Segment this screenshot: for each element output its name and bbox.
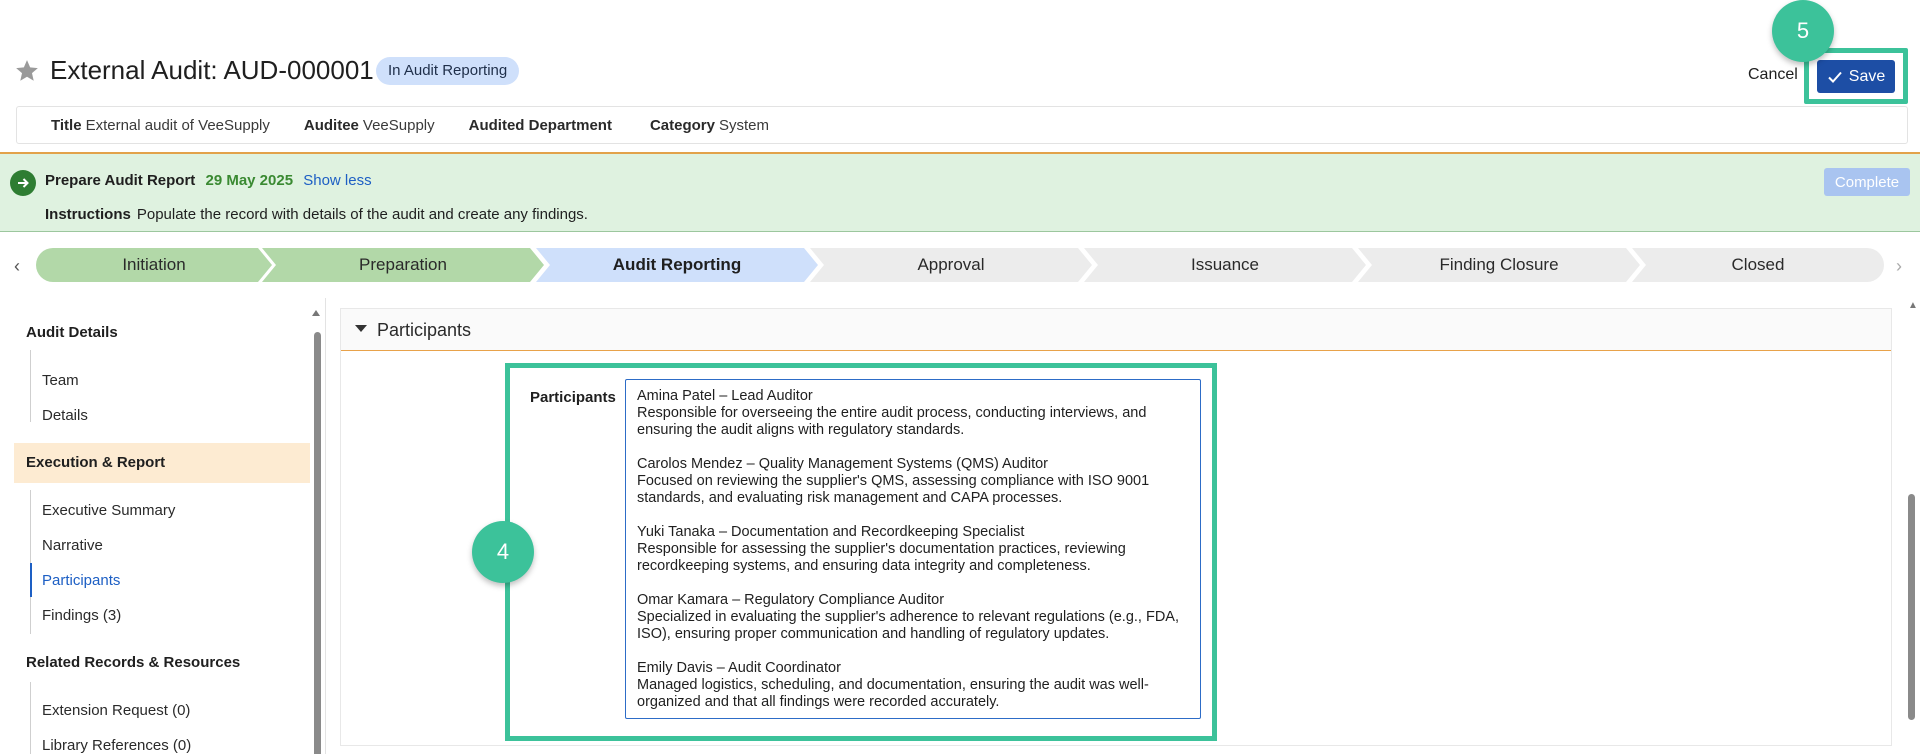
cancel-button[interactable]: Cancel	[1748, 66, 1798, 84]
nav-section-execution-report[interactable]: Execution & Report	[14, 443, 310, 483]
status-badge: In Audit Reporting	[376, 57, 520, 85]
sidebar-item-findings[interactable]: Findings (3)	[42, 607, 121, 624]
sidebar-item-executive-summary[interactable]: Executive Summary	[42, 502, 175, 519]
task-banner: Prepare Audit Report 29 May 2025 Show le…	[0, 152, 1920, 232]
participant-entry: Yuki Tanaka – Documentation and Recordke…	[637, 524, 1189, 575]
participants-textarea[interactable]: Amina Patel – Lead Auditor Responsible f…	[625, 379, 1201, 719]
stage-closed[interactable]: Closed	[1632, 248, 1884, 282]
sidebar-item-details[interactable]: Details	[42, 407, 88, 424]
meta-audited-department: Audited Department	[468, 116, 612, 134]
meta-title: Title External audit of VeeSupply	[51, 116, 270, 134]
audit-record-page: External Audit: AUD-000001 In Audit Repo…	[0, 0, 1920, 754]
stage-initiation[interactable]: Initiation	[36, 248, 272, 282]
caret-down-icon[interactable]	[355, 325, 367, 332]
sidebar-scroll-thumb[interactable]	[314, 332, 321, 754]
sidebar-item-library-references[interactable]: Library References (0)	[42, 737, 191, 754]
participant-name: Yuki Tanaka – Documentation and Recordke…	[637, 524, 1025, 540]
workflow-stage-bar: ‹ Initiation Preparation Audit Reporting…	[0, 246, 1920, 286]
participants-field-label: Participants	[530, 389, 616, 406]
participant-description: Focused on reviewing the supplier's QMS,…	[637, 473, 1150, 506]
section-header-participants[interactable]: Participants	[341, 309, 1891, 351]
nav-section-audit-details[interactable]: Audit Details	[26, 324, 118, 341]
arrow-right-circle-icon	[10, 170, 36, 196]
meta-auditee: Auditee VeeSupply	[303, 116, 435, 134]
participant-entry: Amina Patel – Lead Auditor Responsible f…	[637, 388, 1189, 439]
section-title: Participants	[377, 320, 472, 340]
stage-audit-reporting[interactable]: Audit Reporting	[536, 248, 818, 282]
selected-indicator	[30, 563, 32, 597]
meta-category: Category System	[649, 116, 770, 134]
stage-preparation[interactable]: Preparation	[262, 248, 544, 282]
task-name: Prepare Audit Report	[45, 172, 196, 189]
participant-description: Responsible for assessing the supplier's…	[637, 541, 1126, 574]
participant-name: Carolos Mendez – Quality Management Syst…	[637, 456, 1048, 472]
chevron-left-icon[interactable]: ‹	[14, 256, 20, 277]
participant-entry: Omar Kamara – Regulatory Compliance Audi…	[637, 592, 1189, 643]
participant-description: Responsible for overseeing the entire au…	[637, 405, 1147, 438]
participant-description: Managed logistics, scheduling, and docum…	[637, 677, 1149, 710]
task-instructions: Instructions Populate the record with det…	[45, 206, 588, 223]
sidebar-item-extension-request[interactable]: Extension Request (0)	[42, 702, 190, 719]
stage-approval[interactable]: Approval	[810, 248, 1092, 282]
instructions-text: Populate the record with details of the …	[136, 206, 588, 223]
complete-button[interactable]: Complete	[1824, 168, 1910, 196]
participant-description: Specialized in evaluating the supplier's…	[637, 609, 1180, 642]
sidebar-item-participants[interactable]: Participants	[42, 572, 120, 589]
favorite-star-icon[interactable]	[14, 58, 40, 84]
step-marker-4: 4	[472, 521, 534, 583]
participant-name: Emily Davis – Audit Coordinator	[637, 660, 841, 676]
instructions-label: Instructions	[45, 206, 131, 223]
record-header: External Audit: AUD-000001 In Audit Repo…	[0, 0, 1920, 150]
scroll-up-icon[interactable]	[312, 310, 320, 316]
participant-name: Amina Patel – Lead Auditor	[637, 388, 813, 404]
main-scroll-up-icon[interactable]: ▲	[1908, 300, 1918, 311]
nav-group-line	[30, 490, 31, 634]
sidebar-item-narrative[interactable]: Narrative	[42, 537, 103, 554]
chevron-right-icon[interactable]: ›	[1896, 256, 1902, 277]
page-title: External Audit: AUD-000001	[50, 55, 374, 85]
main-scroll-thumb[interactable]	[1908, 494, 1915, 720]
record-meta-bar: Title External audit of VeeSupply Auditee…	[16, 106, 1908, 144]
participant-entry: Carolos Mendez – Quality Management Syst…	[637, 456, 1189, 507]
show-less-link[interactable]: Show less	[303, 172, 371, 189]
nav-group-line	[30, 350, 31, 422]
stage-finding-closure[interactable]: Finding Closure	[1358, 248, 1640, 282]
participant-entry: Emily Davis – Audit Coordinator Managed …	[637, 660, 1189, 711]
participant-name: Omar Kamara – Regulatory Compliance Audi…	[637, 592, 945, 608]
participants-section: Participants Participants Amina Patel – …	[340, 308, 1892, 746]
task-summary: Prepare Audit Report 29 May 2025 Show le…	[45, 172, 372, 189]
task-due-date: 29 May 2025	[205, 172, 294, 189]
step-marker-5: 5	[1772, 0, 1834, 62]
sidebar-item-team[interactable]: Team	[42, 372, 79, 389]
nav-section-related-records[interactable]: Related Records & Resources	[26, 654, 240, 671]
stage-issuance[interactable]: Issuance	[1084, 248, 1366, 282]
section-nav-sidebar: Audit Details Team Details Execution & R…	[0, 298, 326, 754]
nav-group-line	[30, 682, 31, 754]
